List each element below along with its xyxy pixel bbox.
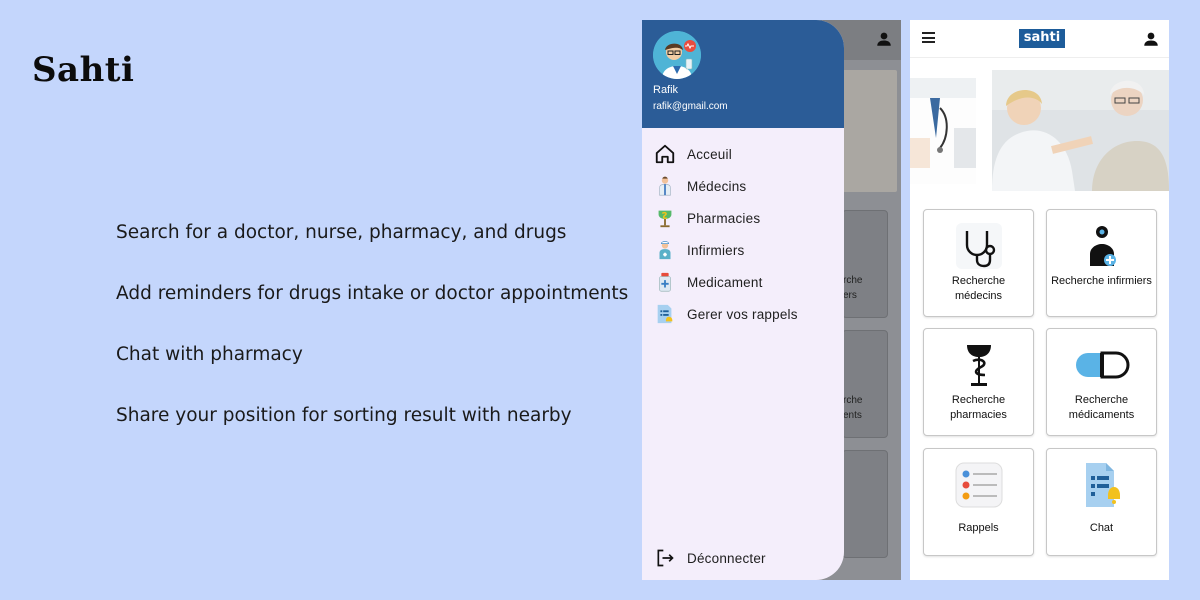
card-label: Recherche pharmacies — [950, 394, 1007, 421]
logout-icon — [654, 547, 676, 569]
card-label: Recherche infirmiers — [1051, 275, 1152, 287]
search-doctors-card[interactable]: Recherche médecins — [923, 209, 1034, 317]
dimmed-banner — [842, 70, 897, 192]
drawer-item-acceuil[interactable]: Acceuil — [642, 138, 844, 170]
feature-item: Search for a doctor, nurse, pharmacy, an… — [116, 222, 567, 243]
app-title: Sahti — [32, 50, 135, 90]
chat-document-icon — [1047, 461, 1156, 509]
drawer-item-rappels[interactable]: Gerer vos rappels — [642, 298, 844, 330]
phone-screen-home: sahti Recherche médecins Recherche infir… — [910, 20, 1169, 580]
drawer-header: Rafik rafik@gmail.com — [642, 20, 844, 128]
drawer-item-medicament[interactable]: Medicament — [642, 266, 844, 298]
reminder-list-icon — [924, 461, 1033, 509]
feature-item: Add reminders for drugs intake or doctor… — [116, 283, 629, 304]
logout-label: Déconnecter — [687, 550, 766, 566]
nurse-icon — [654, 239, 676, 261]
drawer-item-label: Medicament — [687, 274, 763, 290]
drawer-item-medecins[interactable]: Médecins — [642, 170, 844, 202]
user-icon[interactable] — [875, 30, 893, 53]
stethoscope-icon — [924, 222, 1033, 270]
drawer-item-label: Gerer vos rappels — [687, 306, 798, 322]
drawer-item-infirmiers[interactable]: Infirmiers — [642, 234, 844, 266]
banner-nurse-image — [992, 70, 1169, 191]
avatar — [653, 31, 701, 79]
card-label: Recherche médicaments — [1068, 394, 1135, 421]
drawer-menu: Acceuil Médecins Pharmacies Infirmiers M… — [642, 138, 844, 330]
pharmacy-icon — [654, 207, 676, 229]
feature-list: Search for a doctor, nurse, pharmacy, an… — [116, 222, 628, 466]
phone-screen-drawer: rche ers rche ents Rafik rafik@gmail.com… — [642, 20, 901, 580]
pharmacy-snake-icon — [924, 341, 1033, 389]
doctor-icon — [654, 175, 676, 197]
search-drugs-card[interactable]: Recherche médicaments — [1046, 328, 1157, 436]
reminders-icon — [654, 303, 676, 325]
feature-item: Chat with pharmacy — [116, 344, 303, 365]
drawer-item-label: Médecins — [687, 178, 747, 194]
search-nurses-card[interactable]: Recherche infirmiers — [1046, 209, 1157, 317]
medicine-icon — [654, 271, 676, 293]
navigation-drawer: Rafik rafik@gmail.com Acceuil Médecins P… — [642, 20, 844, 580]
drawer-item-label: Pharmacies — [687, 210, 761, 226]
dimmed-card[interactable]: rche ers — [842, 210, 888, 318]
user-email: rafik@gmail.com — [653, 101, 728, 112]
drawer-item-label: Acceuil — [687, 146, 732, 162]
chat-card[interactable]: Chat — [1046, 448, 1157, 556]
feature-item: Share your position for sorting result w… — [116, 405, 572, 426]
app-logo: sahti — [1019, 29, 1065, 48]
card-label: Rappels — [958, 522, 999, 534]
dimmed-card[interactable] — [842, 450, 888, 558]
user-icon[interactable] — [1142, 30, 1160, 53]
search-pharmacies-card[interactable]: Recherche pharmacies — [923, 328, 1034, 436]
card-label: Chat — [1089, 522, 1114, 534]
dimmed-card[interactable]: rche ents — [842, 330, 888, 438]
banner-doctor-image — [910, 78, 976, 184]
top-app-bar: sahti — [910, 20, 1169, 58]
drawer-item-label: Infirmiers — [687, 242, 745, 258]
drawer-item-pharmacies[interactable]: Pharmacies — [642, 202, 844, 234]
home-icon — [654, 143, 676, 165]
nurse-icon — [1047, 222, 1156, 270]
menu-icon[interactable] — [922, 32, 935, 44]
user-name: Rafik — [653, 84, 679, 96]
card-label: Recherche médecins — [951, 275, 1006, 302]
logout-button[interactable]: Déconnecter — [642, 542, 844, 574]
reminders-card[interactable]: Rappels — [923, 448, 1034, 556]
pill-icon — [1047, 341, 1156, 389]
